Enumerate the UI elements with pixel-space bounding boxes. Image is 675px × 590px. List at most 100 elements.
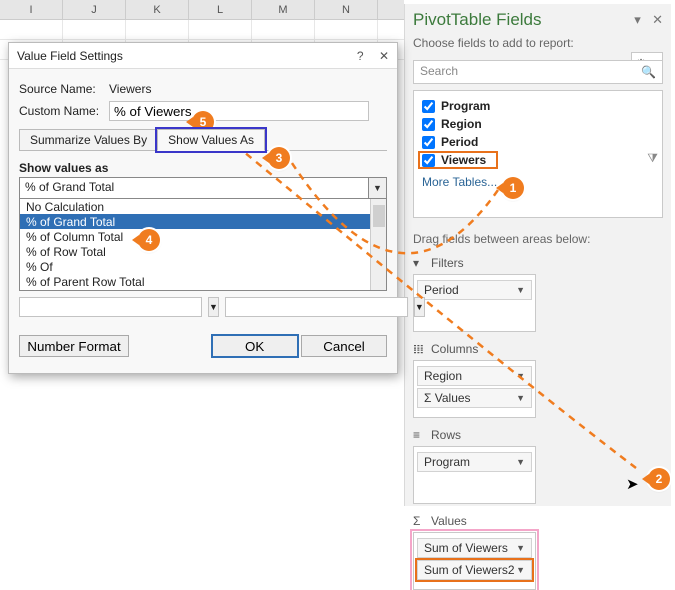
option-percent-parent-row-total[interactable]: % of Parent Row Total — [20, 274, 386, 289]
close-icon[interactable]: ✕ — [379, 49, 389, 63]
col-header[interactable]: M — [252, 0, 315, 19]
chevron-down-icon: ▼ — [516, 561, 525, 580]
show-values-as-combobox[interactable]: % of Grand Total ▼ — [19, 177, 387, 199]
col-header[interactable]: J — [63, 0, 126, 19]
pill-sum-of-viewers[interactable]: Sum of Viewers ▼ — [417, 538, 532, 558]
callout-1: 1 — [502, 177, 524, 199]
filters-icon: ▾ — [413, 256, 425, 270]
base-item-combo — [225, 297, 408, 317]
chevron-down-icon: ▼ — [516, 539, 525, 558]
chevron-down-icon: ▼ — [516, 367, 525, 386]
field-viewers[interactable]: Viewers — [422, 151, 654, 169]
column-headers: I J K L M N — [0, 0, 404, 20]
drag-hint: Drag fields between areas below: — [413, 232, 663, 246]
option-no-calculation[interactable]: No Calculation — [20, 199, 386, 214]
col-header[interactable]: L — [189, 0, 252, 19]
area-title: Values — [431, 514, 467, 528]
field-label: Period — [441, 135, 478, 149]
custom-name-input[interactable] — [109, 101, 369, 121]
field-region[interactable]: Region — [422, 115, 654, 133]
option-percent-grand-total[interactable]: % of Grand Total — [20, 214, 386, 229]
columns-well[interactable]: Region ▼ Σ Values ▼ — [413, 360, 536, 418]
value-field-settings-dialog: Value Field Settings ? ✕ Source Name: Vi… — [8, 42, 398, 374]
chevron-down-icon: ▼ — [516, 453, 525, 472]
source-name-label: Source Name: — [19, 82, 109, 96]
values-well[interactable]: Sum of Viewers ▼ Sum of Viewers2▼ — [413, 532, 536, 590]
source-name-value: Viewers — [109, 82, 151, 96]
pill-label: Sum of Viewers2 — [424, 561, 515, 580]
area-rows: ≡ Rows Program ▼ — [413, 424, 536, 504]
field-checkbox[interactable] — [422, 136, 435, 149]
field-label: Viewers — [441, 153, 486, 167]
pane-dropdown-icon[interactable]: ▾ — [634, 12, 641, 27]
chevron-down-icon: ▼ — [208, 297, 219, 317]
area-title: Filters — [431, 256, 464, 270]
pane-title: PivotTable Fields — [413, 10, 542, 30]
tab-show-values-as[interactable]: Show Values As — [157, 129, 265, 151]
area-title: Columns — [431, 342, 478, 356]
pill-label: Program — [424, 453, 470, 472]
col-header[interactable]: N — [315, 0, 378, 19]
number-format-button[interactable]: Number Format — [19, 335, 129, 357]
area-values: Σ Values Sum of Viewers ▼ Sum of Viewers2▼ — [413, 510, 536, 590]
ok-button[interactable]: OK — [212, 335, 298, 357]
field-program[interactable]: Program — [422, 97, 654, 115]
field-period[interactable]: Period — [422, 133, 654, 151]
combobox-selected: % of Grand Total — [20, 178, 386, 196]
filter-icon[interactable]: ⧩ — [647, 151, 658, 166]
show-values-as-label: Show values as — [19, 161, 387, 175]
pill-period[interactable]: Period ▼ — [417, 280, 532, 300]
field-list: Program Region Period Viewers ⧩ More Tab… — [413, 90, 663, 218]
filters-well[interactable]: Period▼ — [413, 274, 536, 332]
base-field-combo — [19, 297, 202, 317]
callout-4: 4 — [138, 229, 160, 251]
rows-icon: ≡ — [413, 428, 425, 442]
pivottable-fields-pane: PivotTable Fields ▾ ✕ Choose fields to a… — [404, 4, 671, 506]
field-checkbox[interactable] — [422, 154, 435, 167]
chevron-down-icon: ▼ — [414, 297, 425, 317]
columns-icon: 𝍖 — [413, 342, 425, 356]
pane-subtitle: Choose fields to add to report: — [413, 36, 663, 50]
tab-summarize-values-by[interactable]: Summarize Values By — [19, 129, 158, 151]
listbox-scrollbar[interactable] — [370, 199, 386, 290]
values-icon: Σ — [413, 514, 425, 528]
callout-2: 2 — [648, 468, 670, 490]
search-placeholder: Search — [420, 64, 458, 78]
field-checkbox[interactable] — [422, 118, 435, 131]
area-title: Rows — [431, 428, 461, 442]
custom-name-label: Custom Name: — [19, 104, 109, 118]
col-header[interactable]: K — [126, 0, 189, 19]
help-icon[interactable]: ? — [357, 49, 364, 63]
search-icon: 🔍 — [641, 65, 656, 79]
chevron-down-icon: ▼ — [516, 389, 525, 408]
pill-sum-of-viewers2[interactable]: Sum of Viewers2▼ — [417, 560, 532, 580]
chevron-down-icon[interactable]: ▼ — [368, 178, 386, 198]
option-percent-of[interactable]: % Of — [20, 259, 386, 274]
area-filters: ▾Filters Period▼ — [413, 252, 536, 332]
option-percent-row-total[interactable]: % of Row Total — [20, 244, 386, 259]
pill-label: Period — [424, 281, 459, 300]
rows-well[interactable]: Program ▼ — [413, 446, 536, 504]
scrollbar-thumb[interactable] — [373, 205, 385, 227]
col-header[interactable]: I — [0, 0, 63, 19]
pane-close-icon[interactable]: ✕ — [652, 12, 663, 27]
field-checkbox[interactable] — [422, 100, 435, 113]
field-label: Program — [441, 99, 490, 113]
pill-label: Σ Values — [424, 389, 471, 408]
dialog-titlebar[interactable]: Value Field Settings ? ✕ — [9, 43, 397, 69]
chevron-down-icon: ▼ — [516, 281, 525, 300]
field-label: Region — [441, 117, 482, 131]
pill-program[interactable]: Program ▼ — [417, 452, 532, 472]
search-input[interactable]: Search 🔍 — [413, 60, 663, 84]
show-values-as-listbox[interactable]: No Calculation % of Grand Total % of Col… — [19, 199, 387, 291]
more-tables-link[interactable]: More Tables... — [422, 175, 654, 189]
pill-sigma-values[interactable]: Σ Values ▼ — [417, 388, 532, 408]
pill-label: Region — [424, 367, 462, 386]
cancel-button[interactable]: Cancel — [301, 335, 387, 357]
callout-3: 3 — [268, 147, 290, 169]
dialog-title: Value Field Settings — [17, 49, 123, 63]
area-columns: 𝍖 Columns Region ▼ Σ Values ▼ — [413, 338, 536, 418]
pill-label: Sum of Viewers — [424, 539, 508, 558]
pill-region[interactable]: Region ▼ — [417, 366, 532, 386]
option-percent-column-total[interactable]: % of Column Total — [20, 229, 386, 244]
